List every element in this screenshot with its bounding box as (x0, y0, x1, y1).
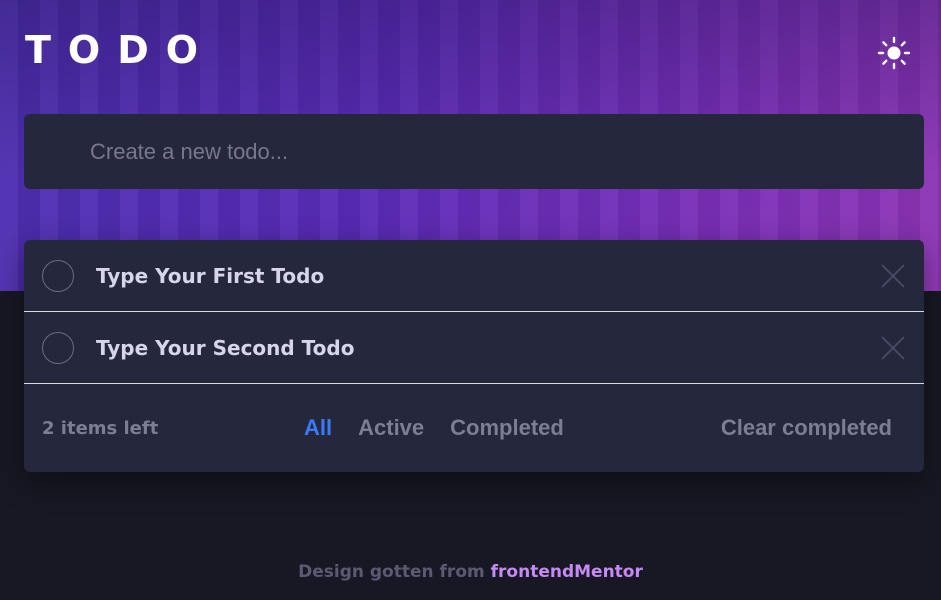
list-footer: 2 items left All Active Completed Clear … (24, 384, 924, 472)
sun-icon (877, 36, 911, 70)
items-left-count: 2 items left (42, 417, 159, 439)
new-todo-bar (24, 114, 924, 189)
close-icon[interactable] (880, 263, 906, 289)
new-todo-input[interactable] (24, 114, 924, 189)
todo-item: Type Your Second Todo (24, 312, 924, 384)
todo-checkbox[interactable] (42, 331, 74, 364)
todo-item: Type Your First Todo (24, 240, 924, 312)
filter-active[interactable]: Active (358, 415, 424, 441)
todo-text[interactable]: Type Your Second Todo (96, 336, 354, 360)
todo-checkbox[interactable] (42, 259, 74, 292)
theme-toggle-button[interactable] (876, 35, 912, 71)
filter-group: All Active Completed (304, 415, 564, 441)
close-icon[interactable] (880, 335, 906, 361)
clear-completed-button[interactable]: Clear completed (721, 415, 892, 441)
frontend-mentor-link[interactable]: frontendMentor (491, 562, 643, 582)
todo-text[interactable]: Type Your First Todo (96, 264, 324, 288)
todo-list: Type Your First Todo Type Your Second To… (24, 240, 924, 472)
app-title: TODO (25, 28, 216, 72)
attribution-text: Design gotten from (298, 562, 485, 582)
filter-completed[interactable]: Completed (450, 415, 564, 441)
filter-all[interactable]: All (304, 415, 332, 441)
attribution: Design gotten from frontendMentor (0, 562, 941, 582)
